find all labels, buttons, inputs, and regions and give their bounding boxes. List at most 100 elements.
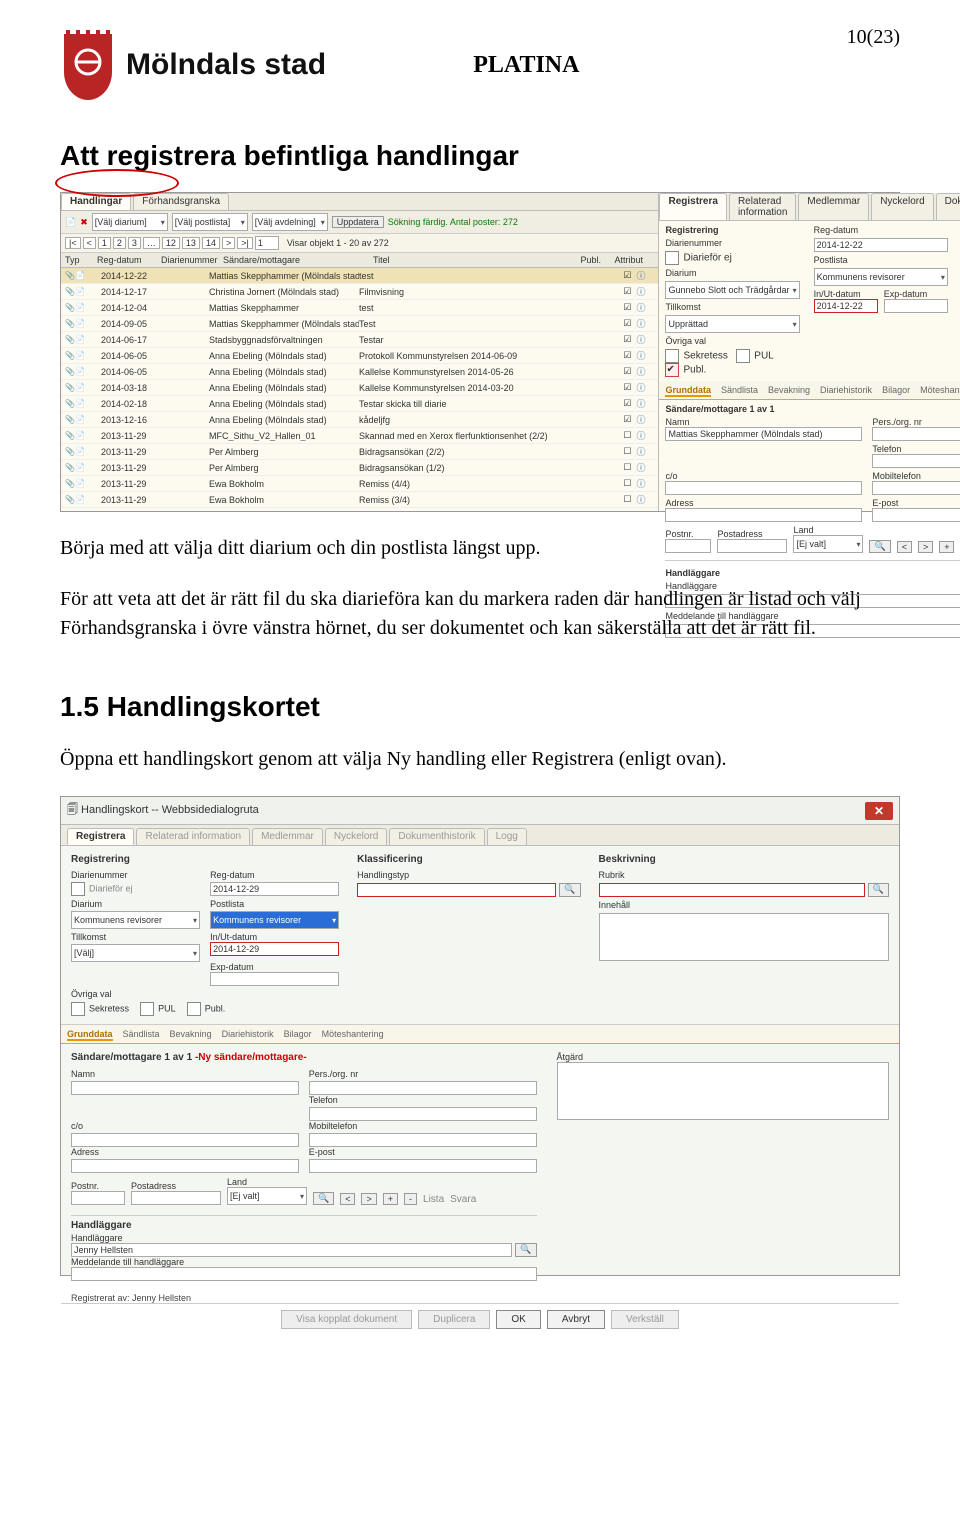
land-select-2[interactable]: [Ej valt]▾	[227, 1187, 307, 1205]
subtab-bevakning[interactable]: Bevakning	[768, 385, 810, 397]
inut-input[interactable]: 2014-12-22	[814, 299, 878, 313]
pager-button[interactable]: 12	[162, 237, 180, 249]
column-header[interactable]: Reg-datum	[97, 255, 161, 265]
publ-checkbox[interactable]: ✔	[665, 363, 679, 377]
new-icon[interactable]: 📄	[65, 217, 76, 228]
sekretess-checkbox[interactable]	[665, 349, 679, 363]
inut-input-2[interactable]: 2014-12-29	[210, 942, 339, 956]
publ-checkbox-2[interactable]	[187, 1002, 201, 1016]
adress-input-2[interactable]	[71, 1159, 299, 1173]
postlista-select-2[interactable]: Kommunens revisorer▾	[210, 911, 339, 929]
table-row[interactable]: 📎📄2014-12-04Mattias Skepphammertest☑ⓘ	[61, 300, 658, 316]
close-icon[interactable]: ✕	[865, 802, 893, 820]
avdelning-select[interactable]: [Välj avdelning]▾	[252, 213, 328, 231]
subtab-bilagor[interactable]: Bilagor	[284, 1029, 312, 1041]
tab-registrera[interactable]: Registrera	[659, 193, 726, 220]
table-row[interactable]: 📎📄2013-11-29Ewa BokholmRemiss (2/4)☐ⓘ	[61, 508, 658, 511]
diarium-select-2[interactable]: Kommunens revisorer▾	[71, 911, 200, 929]
diarium-select[interactable]: [Välj diarium]▾	[92, 213, 168, 231]
epost-input-2[interactable]	[309, 1159, 537, 1173]
postnr-input[interactable]	[665, 539, 711, 553]
adress-input[interactable]	[665, 508, 862, 522]
tab-logg[interactable]: Logg	[487, 828, 527, 845]
info-icon[interactable]: ⓘ	[636, 333, 654, 346]
sekretess-checkbox-2[interactable]	[71, 1002, 85, 1016]
atgard-textarea[interactable]	[557, 1062, 890, 1120]
pager-button[interactable]: 3	[128, 237, 141, 249]
pager-button[interactable]: 13	[182, 237, 200, 249]
rubrik-search-icon[interactable]: 🔍	[868, 883, 889, 897]
table-row[interactable]: 📎📄2014-06-17StadsbyggnadsförvaltningenTe…	[61, 332, 658, 348]
tab-nyckelord[interactable]: Nyckelord	[871, 193, 933, 220]
next-button[interactable]: >	[918, 541, 933, 553]
co-input-2[interactable]	[71, 1133, 299, 1147]
column-header[interactable]: Titel	[373, 255, 580, 265]
column-header[interactable]: Sändare/mottagare	[223, 255, 373, 265]
info-icon[interactable]: ⓘ	[636, 429, 654, 442]
table-row[interactable]: 📎📄2014-12-22Mattias Skepphammer (Mölndal…	[61, 268, 658, 284]
innehall-textarea[interactable]	[599, 913, 889, 961]
pager-button[interactable]: 14	[202, 237, 220, 249]
postlista-select-right[interactable]: Kommunens revisorer▾	[814, 268, 948, 286]
subtab-bevakning[interactable]: Bevakning	[170, 1029, 212, 1041]
subtab-sändlista[interactable]: Sändlista	[721, 385, 758, 397]
namn-input-2[interactable]	[71, 1081, 299, 1095]
tab-medlemmar[interactable]: Medlemmar	[798, 193, 869, 220]
postadr-input[interactable]	[717, 539, 787, 553]
subtab-möteshantering[interactable]: Möteshantering	[322, 1029, 384, 1041]
info-icon[interactable]: ⓘ	[636, 381, 654, 394]
postadr-input-2[interactable]	[131, 1191, 221, 1205]
subtab-bilagor[interactable]: Bilagor	[882, 385, 910, 397]
info-icon[interactable]: ⓘ	[636, 349, 654, 362]
tab-handlingar[interactable]: Handlingar	[61, 193, 131, 210]
diarium-select-right[interactable]: Gunnebo Slott och Trädgårdar▾	[665, 281, 799, 299]
postnr-input-2[interactable]	[71, 1191, 125, 1205]
subtab-diariehistorik[interactable]: Diariehistorik	[820, 385, 872, 397]
tillkomst-select-2[interactable]: [Välj]▾	[71, 944, 200, 962]
diariefor-ej-checkbox[interactable]	[665, 251, 679, 265]
pager-button[interactable]: <	[83, 237, 96, 249]
land-select[interactable]: [Ej valt]▾	[793, 535, 863, 553]
uppdatera-button[interactable]: Uppdatera	[332, 216, 384, 228]
table-row[interactable]: 📎📄2013-11-29MFC_Sithu_V2_Hallen_01Skanna…	[61, 428, 658, 444]
telefon-input-2[interactable]	[309, 1107, 537, 1121]
epost-input[interactable]	[872, 508, 960, 522]
delete-icon[interactable]: ✖	[80, 217, 88, 228]
rubrik-input[interactable]	[599, 883, 865, 897]
table-row[interactable]: 📎📄2013-11-29Per AlmbergBidragsansökan (2…	[61, 444, 658, 460]
search-icon-2[interactable]: 🔍	[313, 1192, 334, 1205]
pager-input[interactable]: 1	[255, 236, 279, 250]
info-icon[interactable]: ⓘ	[636, 317, 654, 330]
info-icon[interactable]: ⓘ	[636, 301, 654, 314]
tab-nyckelord[interactable]: Nyckelord	[325, 828, 387, 845]
regdatum-input-2[interactable]: 2014-12-29	[210, 882, 339, 896]
column-header[interactable]: Diarienummer	[161, 255, 223, 265]
info-icon[interactable]: ⓘ	[636, 445, 654, 458]
exp-input[interactable]	[884, 299, 948, 313]
tab-dokumenthistorik[interactable]: Dokumenthistorik	[389, 828, 484, 845]
handlingstyp-input-2[interactable]	[357, 883, 556, 897]
table-row[interactable]: 📎📄2013-11-29Ewa BokholmRemiss (3/4)☐ⓘ	[61, 492, 658, 508]
info-icon[interactable]: ⓘ	[636, 509, 654, 511]
tab-registrera[interactable]: Registrera	[67, 828, 134, 845]
subtab-grunddata[interactable]: Grunddata	[665, 385, 711, 397]
remove-button-2[interactable]: -	[404, 1193, 417, 1205]
info-icon[interactable]: ⓘ	[636, 477, 654, 490]
subtab-sändlista[interactable]: Sändlista	[123, 1029, 160, 1041]
handlingstyp-search-icon[interactable]: 🔍	[559, 883, 580, 897]
handlaggare-search-icon-2[interactable]: 🔍	[515, 1243, 536, 1257]
meddelande-input-2[interactable]	[71, 1267, 537, 1281]
info-icon[interactable]: ⓘ	[636, 285, 654, 298]
info-icon[interactable]: ⓘ	[636, 269, 654, 282]
mobil-input[interactable]	[872, 481, 960, 495]
table-row[interactable]: 📎📄2014-02-18Anna Ebeling (Mölndals stad)…	[61, 396, 658, 412]
column-header[interactable]: Typ	[65, 255, 97, 265]
table-row[interactable]: 📎📄2014-06-05Anna Ebeling (Mölndals stad)…	[61, 348, 658, 364]
column-header[interactable]: Publ.	[580, 255, 614, 265]
table-row[interactable]: 📎📄2014-06-05Anna Ebeling (Mölndals stad)…	[61, 364, 658, 380]
search-icon[interactable]: 🔍	[869, 540, 890, 553]
exp-input-2[interactable]	[210, 972, 339, 986]
table-row[interactable]: 📎📄2013-11-29Per AlmbergBidragsansökan (1…	[61, 460, 658, 476]
dialog-button-avbryt[interactable]: Avbryt	[547, 1310, 605, 1329]
regdatum-input[interactable]: 2014-12-22	[814, 238, 948, 252]
